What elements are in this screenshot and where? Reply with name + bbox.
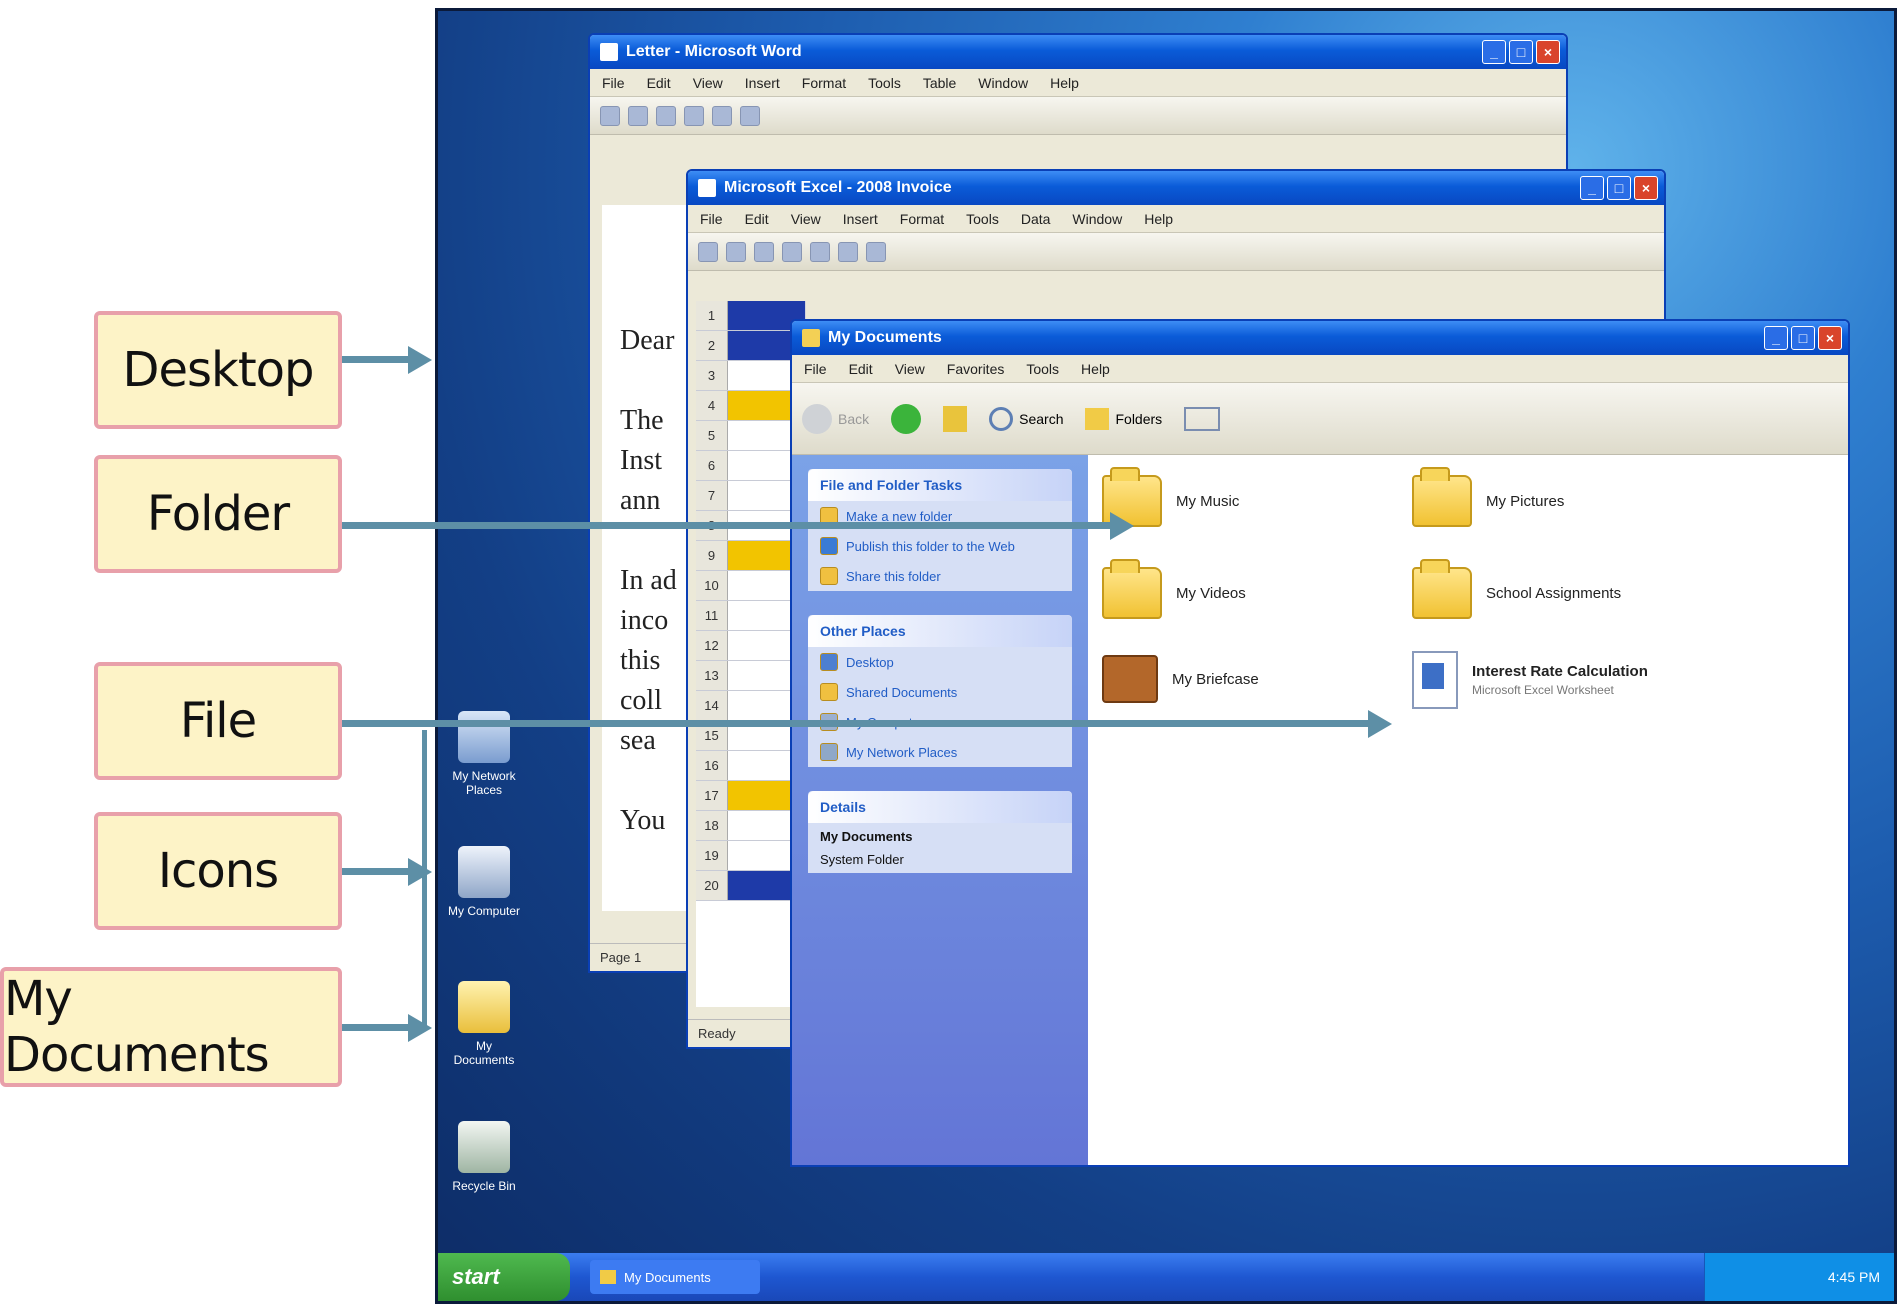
task-link[interactable]: Share this folder <box>808 561 1072 591</box>
folder-item[interactable]: My Pictures <box>1412 467 1564 527</box>
arrow-head <box>408 346 432 374</box>
word-icon <box>600 43 618 61</box>
file-tasks-panel: File and Folder Tasks Make a new folder … <box>808 469 1072 591</box>
place-link[interactable]: Shared Documents <box>808 677 1072 707</box>
folder-icon <box>820 683 838 701</box>
excel-menubar: File Edit View Insert Format Tools Data Window H… <box>688 205 1664 233</box>
excel-icon <box>698 179 716 197</box>
minimize-button[interactable]: _ <box>1482 40 1506 64</box>
folder-icon <box>458 981 510 1033</box>
callout-file: File <box>94 662 342 780</box>
recycle-bin-icon <box>458 1121 510 1173</box>
folder-icon <box>1412 467 1472 527</box>
desktop-icon <box>820 653 838 671</box>
spreadsheet-file-icon <box>1412 651 1458 709</box>
maximize-button[interactable]: □ <box>1509 40 1533 64</box>
file-item[interactable]: Interest Rate Calculation Microsoft Excel… <box>1412 651 1648 709</box>
icons-bracket <box>422 730 427 1030</box>
task-pane: File and Folder Tasks Make a new folder … <box>792 455 1088 1165</box>
search-button[interactable]: Search <box>989 406 1063 431</box>
excel-titlebar[interactable]: Microsoft Excel - 2008 Invoice _ □ × <box>688 171 1664 205</box>
back-icon <box>802 403 832 434</box>
search-icon <box>989 406 1014 431</box>
other-places-panel: Other Places Desktop Shared Documents My… <box>808 615 1072 767</box>
callout-desktop: Desktop <box>94 311 342 429</box>
task-link[interactable]: Publish this folder to the Web <box>808 531 1072 561</box>
system-tray[interactable]: 4:45 PM <box>1704 1253 1894 1301</box>
folder-item[interactable]: My Videos <box>1102 559 1246 619</box>
arrow-head <box>408 858 432 886</box>
word-titlebar[interactable]: Letter - Microsoft Word _ □ × <box>590 35 1566 69</box>
up-folder-button[interactable] <box>943 405 968 432</box>
close-button[interactable]: × <box>1818 326 1842 350</box>
arrow-head <box>1110 512 1134 540</box>
explorer-toolbar: Back Search Folders <box>792 383 1848 455</box>
leader-line-icons <box>342 868 412 875</box>
callout-icons: Icons <box>94 812 342 930</box>
desktop-icon-documents[interactable]: My Documents <box>444 981 524 1067</box>
globe-icon <box>820 537 838 555</box>
maximize-button[interactable]: □ <box>1791 326 1815 350</box>
taskbar-button-my-documents[interactable]: My Documents <box>590 1260 760 1294</box>
explorer-window[interactable]: My Documents _ □ × File Edit View Favorites To… <box>790 319 1850 1167</box>
network-icon <box>458 711 510 763</box>
folder-content[interactable]: My Music My Pictures My Videos School As… <box>1088 455 1848 1165</box>
folders-button[interactable]: Folders <box>1085 407 1162 430</box>
folder-icon <box>600 1270 616 1284</box>
share-icon <box>820 567 838 585</box>
leader-line-folder <box>342 522 1114 529</box>
leader-line-my-documents <box>342 1024 412 1031</box>
arrow-head <box>1368 710 1392 738</box>
callout-folder: Folder <box>94 455 342 573</box>
folders-icon <box>1085 407 1110 430</box>
folder-icon <box>1102 559 1162 619</box>
views-button[interactable] <box>1184 406 1221 431</box>
clock: 4:45 PM <box>1827 1269 1880 1285</box>
desktop-icon-computer[interactable]: My Computer <box>444 846 524 918</box>
word-toolbar <box>590 97 1566 135</box>
callout-my-documents: My Documents <box>0 967 342 1087</box>
briefcase-item[interactable]: My Briefcase <box>1102 655 1259 703</box>
folder-icon <box>1412 559 1472 619</box>
close-button[interactable]: × <box>1536 40 1560 64</box>
word-menubar: File Edit View Insert Format Tools Table Window… <box>590 69 1566 97</box>
leader-line-file <box>342 720 1372 727</box>
leader-line-desktop <box>342 356 412 363</box>
minimize-button[interactable]: _ <box>1764 326 1788 350</box>
minimize-button[interactable]: _ <box>1580 176 1604 200</box>
computer-icon <box>458 846 510 898</box>
forward-button[interactable] <box>891 403 922 434</box>
start-button[interactable]: start <box>438 1253 570 1301</box>
explorer-menubar: File Edit View Favorites Tools Help <box>792 355 1848 383</box>
explorer-titlebar[interactable]: My Documents _ □ × <box>792 321 1848 355</box>
place-link[interactable]: My Network Places <box>808 737 1072 767</box>
desktop-icon-recycle[interactable]: Recycle Bin <box>444 1121 524 1193</box>
taskbar: start My Documents 4:45 PM <box>438 1253 1894 1301</box>
briefcase-icon <box>1102 655 1158 703</box>
arrow-head <box>408 1014 432 1042</box>
place-link[interactable]: Desktop <box>808 647 1072 677</box>
folder-item[interactable]: School Assignments <box>1412 559 1621 619</box>
maximize-button[interactable]: □ <box>1607 176 1631 200</box>
folder-icon <box>802 329 820 347</box>
close-button[interactable]: × <box>1634 176 1658 200</box>
back-button[interactable]: Back <box>802 403 869 434</box>
network-icon <box>820 743 838 761</box>
excel-toolbar <box>688 233 1664 271</box>
details-panel: Details My Documents System Folder <box>808 791 1072 873</box>
desktop-screen[interactable]: My Network Places My Computer My Documen… <box>435 8 1897 1304</box>
